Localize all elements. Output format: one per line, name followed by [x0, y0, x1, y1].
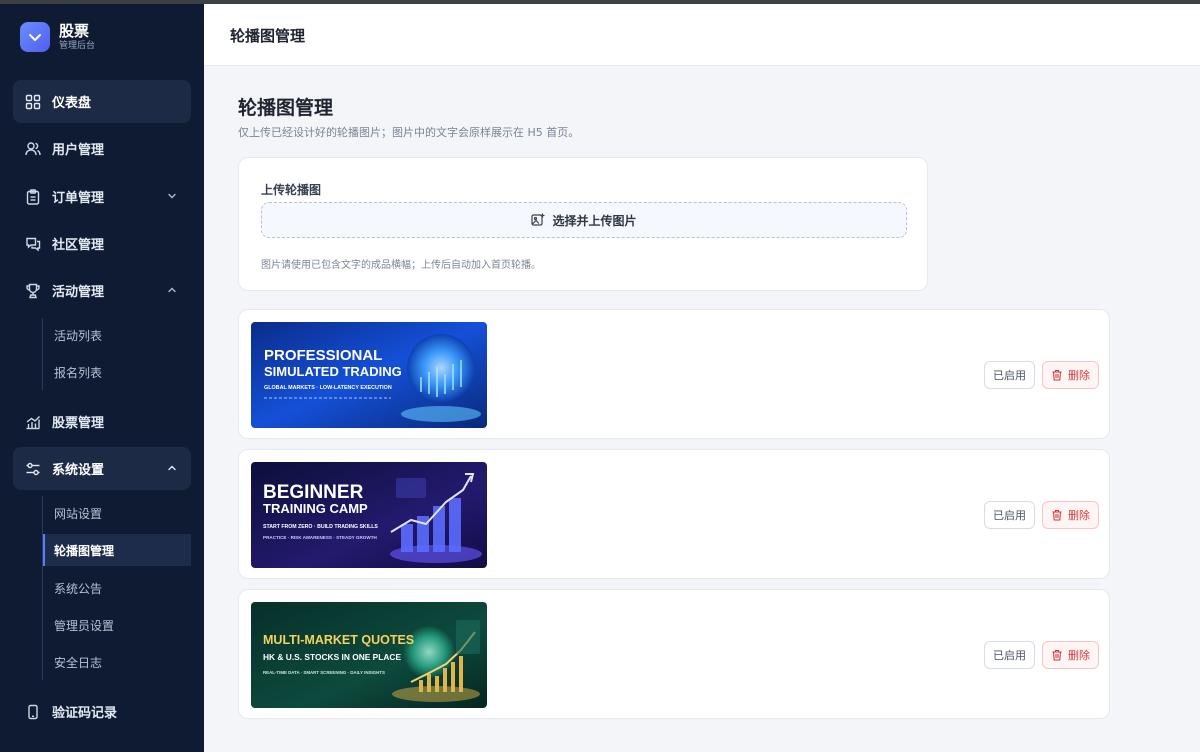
upload-hint: 图片请使用已包含文字的成品横幅；上传后自动加入首页轮播。	[261, 260, 541, 271]
users-icon	[24, 140, 42, 158]
submenu-item-announcements[interactable]: 系统公告	[43, 572, 191, 604]
sidebar-item-label: 活动管理	[52, 285, 105, 300]
chat-icon	[24, 235, 42, 253]
delete-button-label: 删除	[1068, 649, 1090, 662]
banner-text-line2: HK & U.S. STOCKS IN ONE PLACE	[263, 652, 401, 662]
sidebar-item-label: 用户管理	[52, 143, 105, 158]
submenu-item-security-log[interactable]: 安全日志	[43, 646, 191, 678]
submenu-item-activity-list[interactable]: 活动列表	[43, 319, 191, 351]
sidebar: 股票 管理后台 仪表盘 用户管理 订单管理 社区管理 活动管理 活动列表 报名列…	[0, 0, 204, 752]
clipboard-icon	[24, 188, 42, 206]
trash-icon	[1052, 649, 1062, 661]
phone-icon	[24, 703, 42, 721]
banner-text-line3: GLOBAL MARKETS · LOW-LATENCY EXECUTION	[264, 385, 392, 391]
banner-text-line1: BEGINNER	[263, 482, 364, 503]
sidebar-item-orders[interactable]: 订单管理	[13, 175, 191, 218]
banner-image: MULTI-MARKET QUOTES HK & U.S. STOCKS IN …	[251, 602, 487, 708]
banner-row: BEGINNER TRAINING CAMP START FROM ZERO ·…	[238, 449, 1110, 579]
sidebar-item-users[interactable]: 用户管理	[13, 127, 191, 170]
trash-icon	[1052, 509, 1062, 521]
sidebar-item-label: 社区管理	[52, 238, 105, 253]
logo-icon	[20, 22, 50, 52]
sidebar-item-dashboard[interactable]: 仪表盘	[13, 80, 191, 123]
chevron-up-icon	[168, 287, 176, 293]
banner-text-line4: PRACTICE · RISK AWARENESS · STEADY GROWT…	[263, 535, 378, 540]
sidebar-item-sms-records[interactable]: 验证码记录	[13, 690, 191, 733]
sidebar-item-settings[interactable]: 系统设置	[13, 447, 191, 490]
header-title: 轮播图管理	[230, 27, 306, 45]
upload-image-button[interactable]: 选择并上传图片	[261, 202, 907, 238]
banner-text-line2: SIMULATED TRADING	[264, 364, 402, 379]
delete-button-label: 删除	[1068, 369, 1090, 382]
enabled-status-button[interactable]: 已启用	[984, 361, 1035, 389]
banner-text-line1: MULTI-MARKET QUOTES	[263, 633, 414, 647]
banner-text-line3: REAL-TIME DATA · SMART SCREENING · DAILY…	[263, 670, 385, 675]
banner-text-line1: PROFESSIONAL	[264, 347, 382, 364]
submenu-item-admin-settings[interactable]: 管理员设置	[43, 609, 191, 641]
upload-card: 上传轮播图 选择并上传图片 图片请使用已包含文字的成品横幅；上传后自动加入首页轮…	[238, 157, 928, 291]
submenu-item-site-settings[interactable]: 网站设置	[43, 497, 191, 529]
trophy-icon	[24, 282, 42, 300]
sidebar-item-community[interactable]: 社区管理	[13, 222, 191, 265]
sidebar-item-label: 股票管理	[52, 416, 105, 431]
delete-button-label: 删除	[1068, 509, 1090, 522]
delete-button[interactable]: 删除	[1042, 361, 1099, 389]
chevron-down-icon	[168, 193, 176, 199]
bar-chart-icon	[24, 413, 42, 431]
page-description: 仅上传已经设计好的轮播图片；图片中的文字会原样展示在 H5 首页。	[238, 126, 580, 139]
submenu-item-banner-management[interactable]: 轮播图管理	[43, 534, 191, 566]
submenu-item-signup-list[interactable]: 报名列表	[43, 356, 191, 388]
sidebar-item-label: 订单管理	[52, 191, 105, 206]
banner-row: MULTI-MARKET QUOTES HK & U.S. STOCKS IN …	[238, 589, 1110, 719]
banner-image: BEGINNER TRAINING CAMP START FROM ZERO ·…	[251, 462, 487, 568]
enabled-status-button[interactable]: 已启用	[984, 641, 1035, 669]
top-header: 轮播图管理	[204, 4, 1200, 66]
delete-button[interactable]: 删除	[1042, 641, 1099, 669]
image-upload-icon	[531, 213, 545, 226]
brand-subtitle: 管理后台	[59, 41, 96, 51]
sidebar-item-activities[interactable]: 活动管理	[13, 269, 191, 312]
sidebar-item-label: 仪表盘	[52, 96, 92, 111]
upload-button-label: 选择并上传图片	[552, 213, 637, 228]
window-top-border	[0, 0, 1200, 4]
upload-label: 上传轮播图	[261, 183, 322, 197]
sidebar-item-label: 系统设置	[52, 463, 105, 478]
banner-text-line2: TRAINING CAMP	[263, 501, 368, 516]
enabled-status-button[interactable]: 已启用	[984, 501, 1035, 529]
delete-button[interactable]: 删除	[1042, 501, 1099, 529]
trash-icon	[1052, 369, 1062, 381]
brand: 股票 管理后台	[20, 22, 95, 52]
page-title: 轮播图管理	[238, 97, 334, 119]
sidebar-item-label: 验证码记录	[52, 706, 118, 721]
banner-row: PROFESSIONAL SIMULATED TRADING GLOBAL MA…	[238, 309, 1110, 439]
sidebar-item-stocks[interactable]: 股票管理	[13, 400, 191, 443]
banner-image: PROFESSIONAL SIMULATED TRADING GLOBAL MA…	[251, 322, 487, 428]
chevron-up-icon	[168, 465, 176, 471]
brand-title: 股票	[59, 22, 90, 40]
dashboard-icon	[24, 93, 42, 111]
banner-text-line3: START FROM ZERO · BUILD TRADING SKILLS	[263, 524, 378, 530]
sliders-icon	[24, 460, 42, 478]
